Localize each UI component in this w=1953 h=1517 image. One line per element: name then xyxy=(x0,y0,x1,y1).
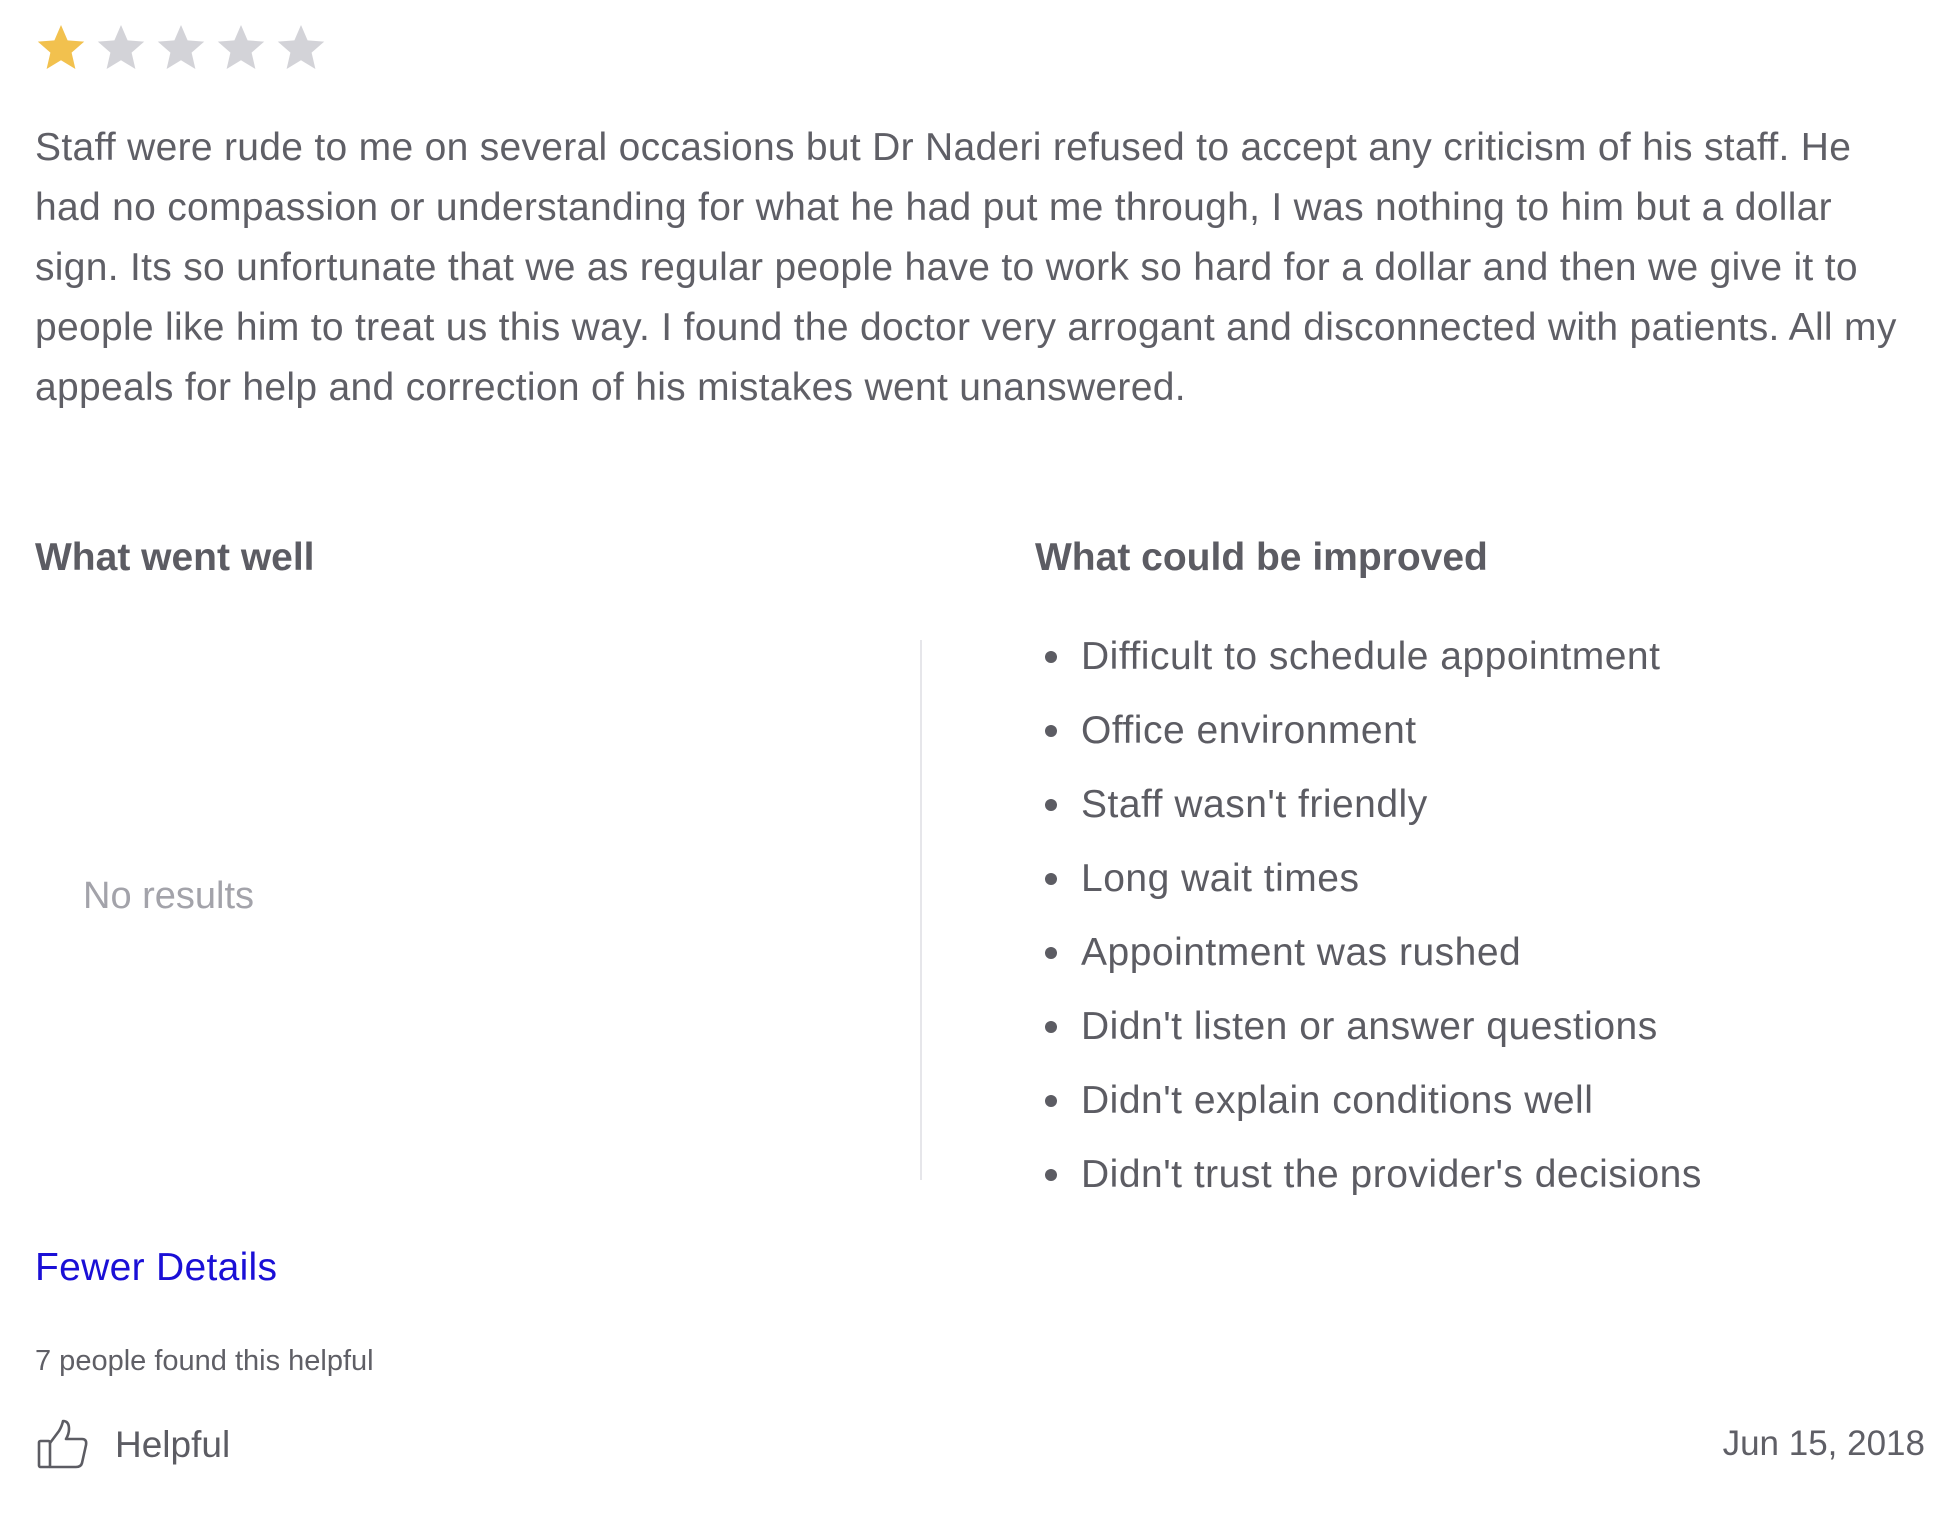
list-item-label: Staff wasn't friendly xyxy=(1081,783,1428,826)
no-results-text: No results xyxy=(83,875,255,917)
bullet-icon xyxy=(1045,1021,1057,1033)
bullet-icon xyxy=(1045,947,1057,959)
list-item-label: Didn't explain conditions well xyxy=(1081,1079,1594,1122)
star-icon xyxy=(275,22,327,74)
could-be-improved-heading: What could be improved xyxy=(1035,536,1488,579)
thumbs-up-icon xyxy=(35,1417,91,1473)
bullet-icon xyxy=(1045,725,1057,737)
helpful-button[interactable]: Helpful xyxy=(35,1410,230,1480)
column-divider xyxy=(920,640,922,1180)
list-item-label: Long wait times xyxy=(1081,857,1360,900)
star-rating xyxy=(35,22,327,74)
list-item: Office environment xyxy=(1035,694,1702,768)
improvement-list: Difficult to schedule appointment Office… xyxy=(1035,620,1702,1212)
list-item-label: Appointment was rushed xyxy=(1081,931,1522,974)
list-item: Long wait times xyxy=(1035,842,1702,916)
bullet-icon xyxy=(1045,1169,1057,1181)
bullet-icon xyxy=(1045,1095,1057,1107)
review-date: Jun 15, 2018 xyxy=(1722,1424,1925,1463)
bullet-icon xyxy=(1045,799,1057,811)
list-item: Difficult to schedule appointment xyxy=(1035,620,1702,694)
list-item: Staff wasn't friendly xyxy=(1035,768,1702,842)
helpful-count-text: 7 people found this helpful xyxy=(35,1345,374,1377)
went-well-heading: What went well xyxy=(35,536,315,579)
list-item: Didn't trust the provider's decisions xyxy=(1035,1138,1702,1212)
review-card: Staff were rude to me on several occasio… xyxy=(35,0,1925,1517)
helpful-button-label: Helpful xyxy=(115,1424,231,1465)
review-body: Staff were rude to me on several occasio… xyxy=(35,126,1897,409)
bullet-icon xyxy=(1045,873,1057,885)
list-item: Didn't explain conditions well xyxy=(1035,1064,1702,1138)
list-item: Didn't listen or answer questions xyxy=(1035,990,1702,1064)
star-icon xyxy=(215,22,267,74)
list-item-label: Difficult to schedule appointment xyxy=(1081,635,1661,678)
went-well-section: What went well No results xyxy=(35,530,915,1210)
list-item-label: Didn't trust the provider's decisions xyxy=(1081,1153,1702,1196)
list-item-label: Didn't listen or answer questions xyxy=(1081,1005,1658,1048)
list-item: Appointment was rushed xyxy=(1035,916,1702,990)
star-icon xyxy=(95,22,147,74)
star-icon xyxy=(35,22,87,74)
star-icon xyxy=(155,22,207,74)
could-be-improved-section: What could be improved Difficult to sche… xyxy=(1035,530,1925,1210)
bullet-icon xyxy=(1045,651,1057,663)
list-item-label: Office environment xyxy=(1081,709,1417,752)
fewer-details-link[interactable]: Fewer Details xyxy=(35,1246,277,1290)
